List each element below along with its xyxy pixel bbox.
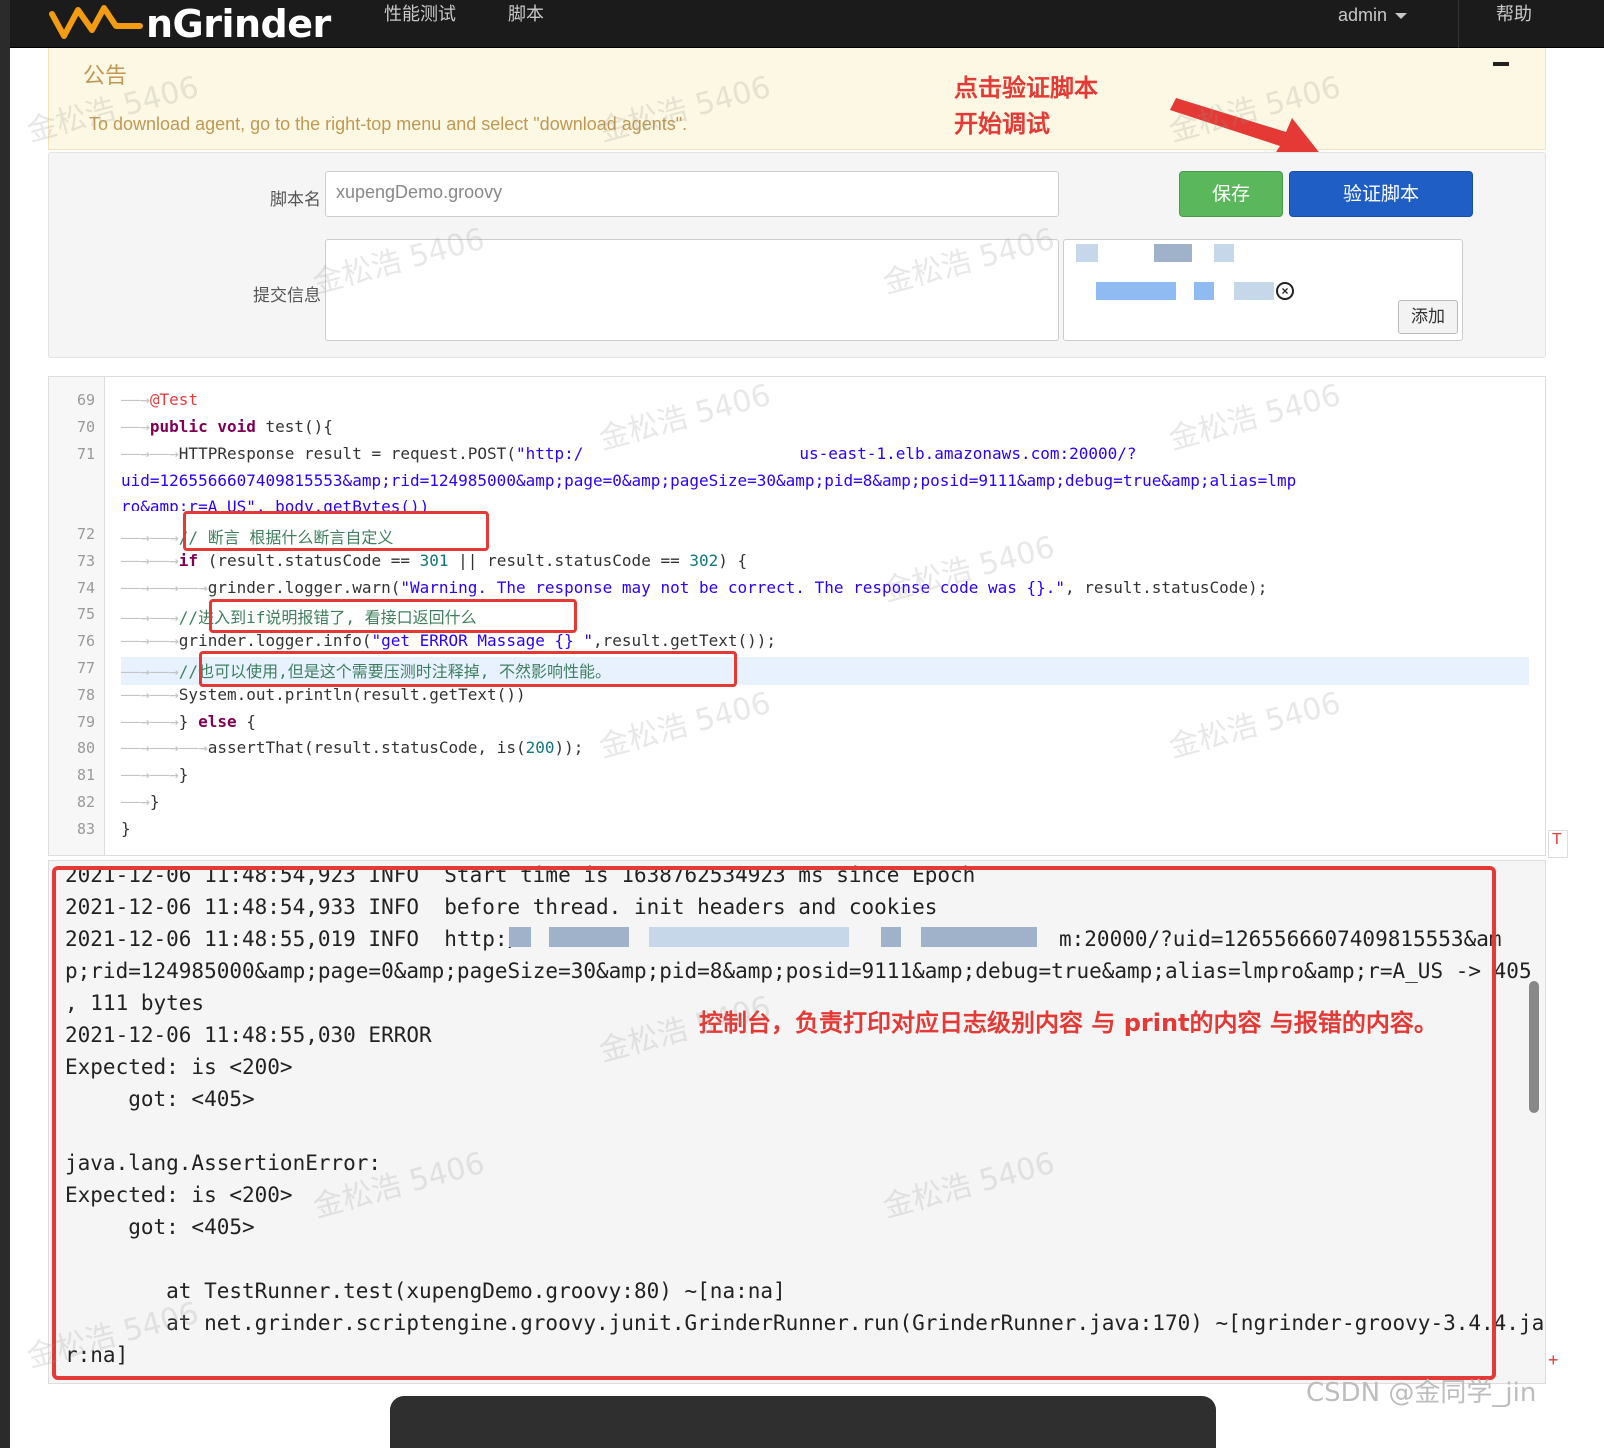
code-line-78: ——→——→System.out.println(result.getText(…	[121, 685, 526, 704]
annotation-box-if-error	[209, 599, 577, 633]
code-line-80: ——→——→——→assertThat(result.statusCode, i…	[121, 738, 584, 757]
verify-hint-line2: 开始调试	[954, 110, 1050, 138]
collapse-icon[interactable]	[1493, 62, 1509, 66]
top-navbar: nGrinder 性能测试 脚本 admin 帮助	[10, 0, 1604, 48]
plus-icon[interactable]: +	[1548, 1350, 1559, 1371]
line-number: 72	[76, 525, 95, 543]
code-line-76: ——→——→grinder.logger.info("get ERROR Mas…	[121, 631, 777, 650]
add-host-button[interactable]: 添加	[1398, 300, 1458, 334]
line-number: 82	[76, 793, 95, 811]
line-number: 76	[76, 632, 95, 650]
brand-logo[interactable]: nGrinder	[48, 0, 331, 48]
line-number: 77	[76, 659, 95, 677]
verify-hint-line1: 点击验证脚本	[954, 74, 1098, 102]
annotation-box-assert	[183, 511, 489, 551]
notice-title: 公告	[83, 63, 128, 88]
code-editor[interactable]: 69 70 71 72 73 74 75 76 77 78 79 80 81 8…	[48, 376, 1546, 856]
code-line-82: ——→}	[121, 792, 160, 811]
nav-script[interactable]: 脚本	[508, 0, 544, 30]
ngrinder-wave-icon	[49, 5, 143, 39]
user-menu[interactable]: admin	[1338, 0, 1408, 30]
redacted-block	[1194, 282, 1214, 300]
code-line-71-wrap: uid=1265566607409815553&amp;rid=12498500…	[121, 471, 1297, 490]
target-host-box: × 添加	[1063, 239, 1463, 341]
code-line-71: ——→——→HTTPResponse result = request.POST…	[121, 444, 1137, 463]
line-number-gutter: 69 70 71 72 73 74 75 76 77 78 79 80 81 8…	[49, 377, 105, 855]
line-number: 70	[76, 418, 95, 436]
annotation-box-console	[52, 866, 1496, 1380]
code-line-79: ——→——→} else {	[121, 712, 256, 731]
notice-text: To download agent, go to the right-top m…	[89, 114, 688, 134]
nav-performance-test[interactable]: 性能测试	[384, 0, 456, 30]
nav-divider	[1458, 0, 1459, 48]
line-number: 78	[76, 686, 95, 704]
remove-host-icon[interactable]: ×	[1276, 282, 1294, 300]
script-name-label: 脚本名	[270, 190, 321, 209]
redacted-block	[1214, 244, 1234, 262]
line-number: 80	[76, 739, 95, 757]
source-credit: CSDN @金同学_jin	[1306, 1378, 1537, 1408]
script-form: 脚本名 xupengDemo.groovy 保存 验证脚本 提交信息 × 添加	[48, 152, 1546, 358]
code-line-70: ——→public void test(){	[121, 417, 333, 436]
commit-message-label: 提交信息	[253, 286, 321, 305]
console-scrollbar[interactable]	[1529, 981, 1539, 1113]
line-number: 79	[76, 713, 95, 731]
verify-script-button[interactable]: 验证脚本	[1289, 171, 1473, 217]
window-edge	[0, 0, 10, 1448]
line-number: 75	[76, 605, 95, 623]
script-name-input[interactable]: xupengDemo.groovy	[325, 171, 1059, 217]
code-line-74: ——→——→——→grinder.logger.warn("Warning. T…	[121, 578, 1268, 597]
line-number: 73	[76, 552, 95, 570]
nav-help[interactable]: 帮助	[1496, 0, 1532, 30]
brand-name: nGrinder	[146, 2, 331, 46]
side-tab-marker[interactable]: T	[1548, 830, 1568, 858]
redacted-block	[1076, 244, 1098, 262]
code-line-81: ——→——→}	[121, 765, 189, 784]
code-line-83: }	[121, 819, 131, 838]
code-line-69: ——→@Test	[121, 390, 199, 409]
redacted-block	[1096, 282, 1176, 300]
redacted-block	[1234, 282, 1274, 300]
line-number: 83	[76, 820, 95, 838]
save-button[interactable]: 保存	[1179, 171, 1283, 217]
bottom-toolbar	[390, 1396, 1216, 1448]
code-line-73: ——→——→if (result.statusCode == 301 || re…	[121, 551, 748, 570]
line-number: 71	[76, 445, 95, 463]
line-number: 69	[76, 391, 95, 409]
code-line-71-wrap2: ro&amp;r=A_US", body.getBytes())	[121, 497, 430, 511]
line-number: 81	[76, 766, 95, 784]
annotation-box-perf	[199, 651, 737, 687]
chevron-down-icon	[1395, 13, 1408, 19]
line-number: 74	[76, 579, 95, 597]
user-name: admin	[1338, 5, 1388, 25]
commit-message-textarea[interactable]	[325, 239, 1059, 341]
redacted-block	[1154, 244, 1192, 262]
